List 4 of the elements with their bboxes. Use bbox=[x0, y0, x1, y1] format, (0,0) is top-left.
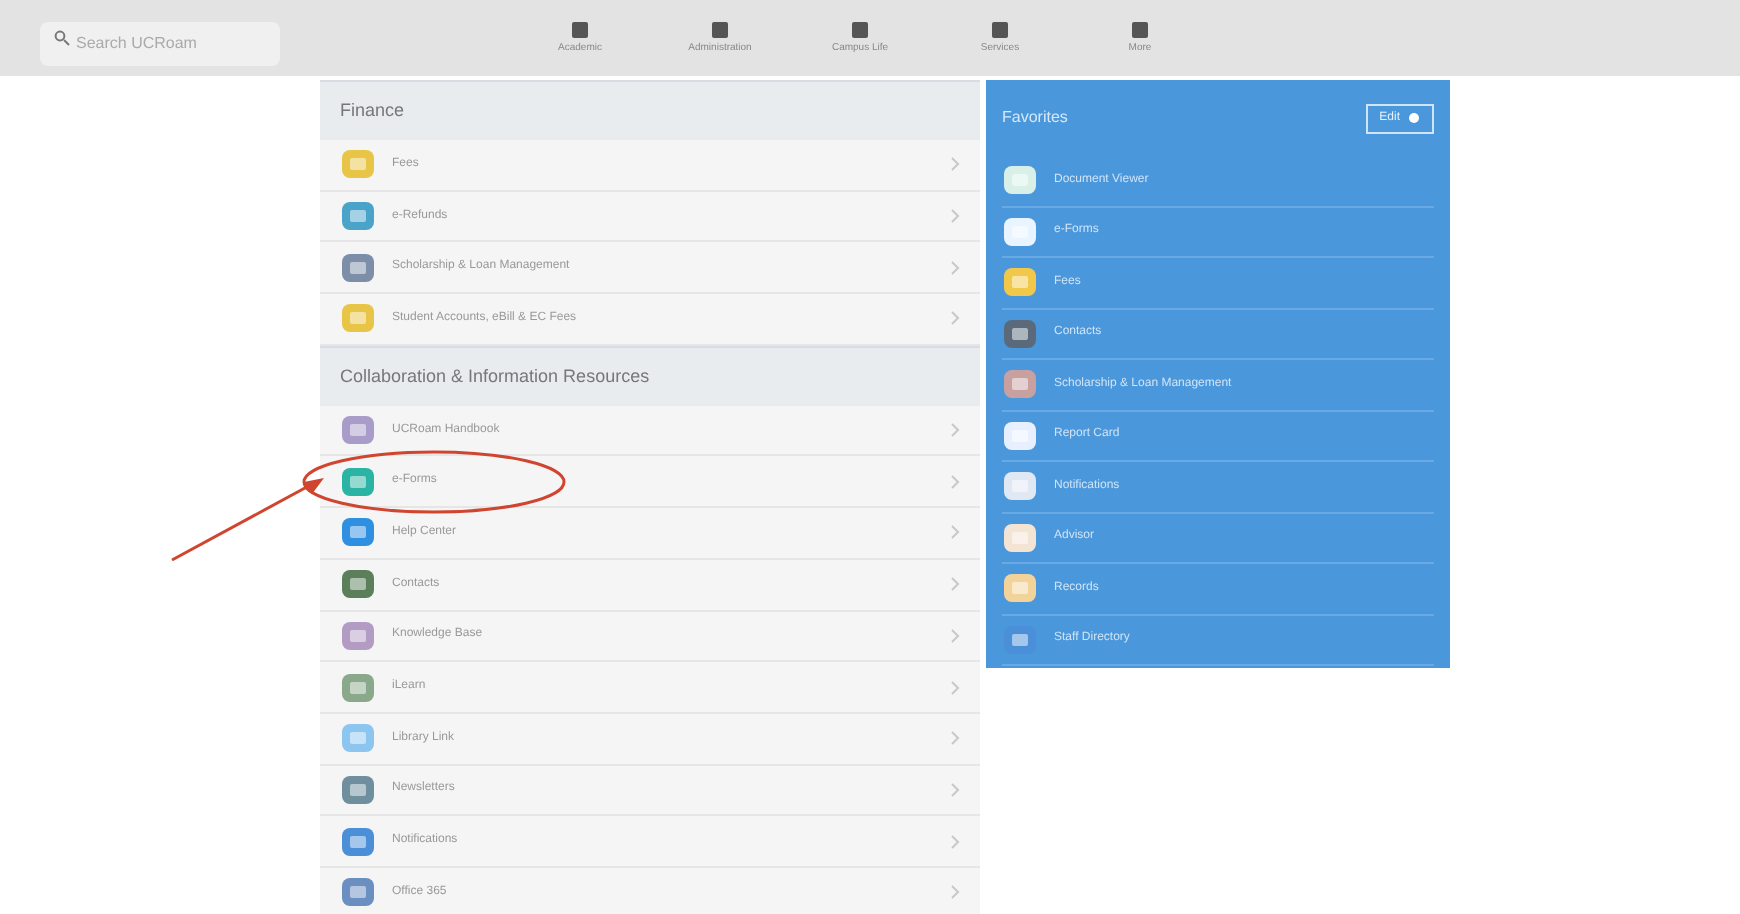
section-header: Collaboration & Information Resources bbox=[320, 345, 980, 406]
section-header: Finance bbox=[320, 80, 980, 140]
favorites-title: Favorites bbox=[1002, 106, 1068, 130]
search-field[interactable]: Search UCRoam bbox=[40, 21, 280, 65]
